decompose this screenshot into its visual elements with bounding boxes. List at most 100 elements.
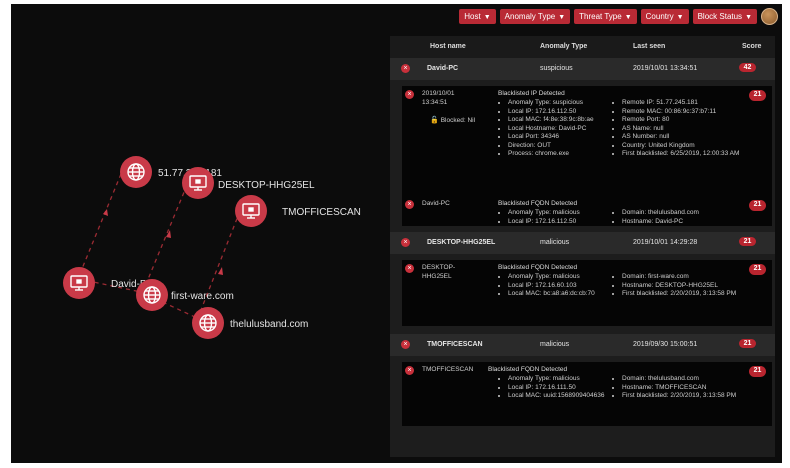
score-badge: 21	[739, 339, 756, 348]
network-graph[interactable]: 51.77.245.181DESKTOP-HHG25ELTMOFFICESCAN…	[11, 4, 391, 463]
node-label: first-ware.com	[171, 291, 234, 302]
score-badge: 21	[749, 90, 766, 101]
detail-item: Local MAC: bc:a8:a6:dc:cb:70	[508, 290, 618, 299]
row-host: DESKTOP-HHG25EL	[427, 239, 496, 246]
detail-item: Local IP: 172.16.111.50	[508, 384, 618, 393]
caret-down-icon: ▼	[624, 14, 632, 21]
filter-threat-type[interactable]: Threat Type ▼	[574, 9, 637, 24]
close-icon[interactable]: ×	[405, 264, 414, 273]
alert-item: × 2019/10/01 13:34:51 🔓 Blocked: Nil Blac…	[402, 86, 772, 196]
detail-item: Remote Port: 80	[622, 116, 752, 125]
score-badge: 21	[739, 237, 756, 246]
alert-source: 2019/10/01 13:34:51 🔓 Blocked: Nil	[422, 90, 494, 126]
score-badge: 21	[749, 366, 766, 377]
detail-item: Local Port: 34346	[508, 133, 618, 142]
row-anomaly: malicious	[540, 341, 570, 348]
close-icon[interactable]: ×	[405, 90, 414, 99]
collapse-icon[interactable]: ×	[401, 340, 410, 349]
detail-item: Anomaly Type: malicious	[508, 209, 618, 218]
table-row[interactable]: × DESKTOP-HHG25EL malicious 2019/10/01 1…	[390, 232, 775, 254]
column-header-last-seen[interactable]: Last seen	[633, 43, 665, 50]
detail-item: Hostname: TMOFFICESCAN	[622, 384, 752, 393]
detail-item: AS Number: null	[622, 133, 752, 142]
filter-block-status[interactable]: Block Status ▼	[692, 9, 757, 24]
table-row[interactable]: × TMOFFICESCAN malicious 2019/09/30 15:0…	[390, 334, 775, 356]
alert-title: Blacklisted FQDN Detected	[488, 366, 568, 373]
detail-item: Process: chrome.exe	[508, 150, 618, 159]
graph-node[interactable]: thelulusband.com	[192, 307, 308, 339]
close-icon[interactable]: ×	[405, 366, 414, 375]
alert-item: × David-PC Blacklisted FQDN Detected Ano…	[402, 196, 772, 226]
caret-down-icon: ▼	[558, 14, 566, 21]
app-frame: 51.77.245.181DESKTOP-HHG25ELTMOFFICESCAN…	[11, 4, 782, 463]
detail-item: Local MAC: f4:8e:38:9c:8b:ae	[508, 116, 618, 125]
alert-source: TMOFFICESCAN	[422, 366, 474, 373]
alert-title: Blacklisted IP Detected	[498, 90, 565, 97]
row-host: TMOFFICESCAN	[427, 341, 483, 348]
graph-node[interactable]: TMOFFICESCAN	[235, 195, 361, 227]
filter-host[interactable]: Host ▼	[459, 9, 496, 24]
detail-item: Anomaly Type: malicious	[508, 375, 618, 384]
row-anomaly: malicious	[540, 239, 570, 246]
detail-item: Local IP: 172.16.60.103	[508, 282, 618, 291]
anomaly-panel: Host name Anomaly Type Last seen Score ×…	[390, 36, 775, 457]
edge-desktop-firstware	[143, 184, 188, 290]
table-header: Host name Anomaly Type Last seen Score	[390, 36, 775, 58]
edge-arrow	[218, 267, 223, 275]
row-host: David-PC	[427, 65, 459, 72]
alert-local-details: Anomaly Type: malicious Local IP: 172.16…	[498, 375, 618, 401]
alert-timestamp: 2019/10/01 13:34:51	[422, 90, 455, 106]
filter-country[interactable]: Country ▼	[640, 9, 689, 24]
edge-davidpc-ip	[78, 173, 122, 277]
graph-node[interactable]: DESKTOP-HHG25EL	[182, 167, 315, 199]
alert-item: × TMOFFICESCAN Blacklisted FQDN Detected…	[402, 362, 772, 426]
detail-item: First blacklisted: 2/20/2019, 3:13:58 PM	[622, 290, 752, 299]
detail-item: Local Hostname: David-PC	[508, 125, 618, 134]
row-anomaly: suspicious	[540, 65, 573, 72]
row-last-seen: 2019/10/01 14:29:28	[633, 239, 698, 246]
detail-item: Anomaly Type: suspicious	[508, 99, 618, 108]
alert-details: × DESKTOP- HHG25EL Blacklisted FQDN Dete…	[402, 260, 772, 326]
detail-item: First blacklisted: 2/20/2019, 3:13:58 PM	[622, 392, 752, 401]
alert-title: Blacklisted FQDN Detected	[498, 200, 578, 207]
alert-title: Blacklisted FQDN Detected	[498, 264, 578, 271]
table-row[interactable]: × David-PC suspicious 2019/10/01 13:34:5…	[390, 58, 775, 80]
collapse-icon[interactable]: ×	[401, 238, 410, 247]
detail-item: Hostname: DESKTOP-HHG25EL	[622, 282, 752, 291]
score-badge: 21	[749, 264, 766, 275]
edge-arrow	[103, 209, 108, 216]
collapse-icon[interactable]: ×	[401, 64, 410, 73]
unlock-icon: 🔓	[430, 117, 439, 124]
edge-arrows	[103, 209, 223, 275]
detail-item: Anomaly Type: malicious	[508, 273, 618, 282]
caret-down-icon: ▼	[745, 14, 752, 21]
filter-anomaly-type[interactable]: Anomaly Type ▼	[499, 9, 571, 24]
alert-source: David-PC	[422, 200, 450, 207]
detail-item: Domain: first-ware.com	[622, 273, 752, 282]
alert-details: × 2019/10/01 13:34:51 🔓 Blocked: Nil Blac…	[402, 86, 772, 226]
score-badge: 42	[739, 63, 756, 72]
alert-local-details: Anomaly Type: malicious Local IP: 172.16…	[498, 273, 618, 299]
detail-item: Hostname: David-PC	[622, 218, 752, 227]
detail-item: Direction: OUT	[508, 142, 618, 151]
detail-item: Local IP: 172.16.112.50	[508, 218, 618, 227]
avatar[interactable]	[761, 8, 778, 25]
close-icon[interactable]: ×	[405, 200, 414, 209]
caret-down-icon: ▼	[483, 14, 491, 21]
caret-down-icon: ▼	[676, 14, 684, 21]
row-last-seen: 2019/09/30 15:00:51	[633, 341, 698, 348]
alert-source: DESKTOP- HHG25EL	[422, 264, 456, 280]
row-last-seen: 2019/10/01 13:34:51	[633, 65, 698, 72]
node-label: thelulusband.com	[230, 319, 308, 330]
score-badge: 21	[749, 200, 766, 211]
column-header-host[interactable]: Host name	[430, 43, 466, 50]
alert-remote-details: Domain: first-ware.com Hostname: DESKTOP…	[612, 273, 752, 299]
alert-remote-details: Domain: thelulusband.com Hostname: TMOFF…	[612, 375, 752, 401]
graph-node[interactable]: first-ware.com	[136, 279, 234, 311]
detail-item: AS Name: null	[622, 125, 752, 134]
alert-remote-details: Domain: thelulusband.com Hostname: David…	[612, 209, 752, 226]
detail-item: Local MAC: uuid:1568909404636	[508, 392, 618, 401]
detail-item: Local IP: 172.16.112.50	[508, 108, 618, 117]
column-header-score[interactable]: Score	[742, 43, 761, 50]
column-header-anomaly[interactable]: Anomaly Type	[540, 43, 587, 50]
